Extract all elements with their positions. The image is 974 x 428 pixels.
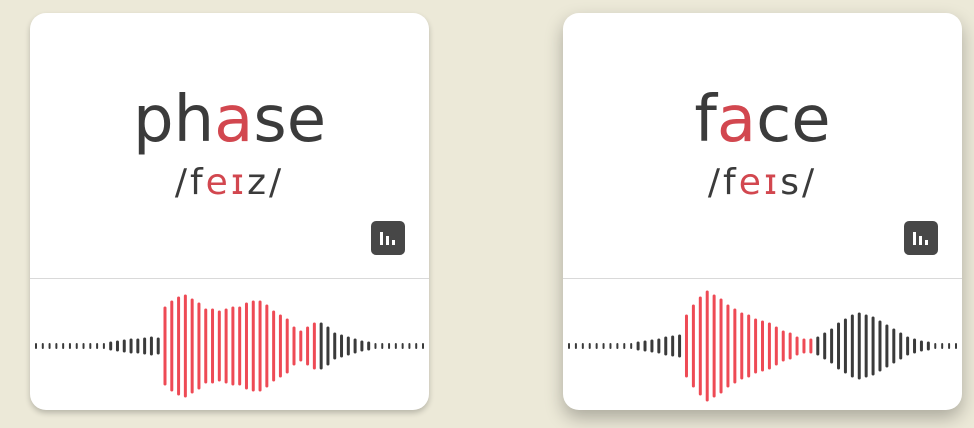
word-highlight: a [716,83,757,157]
audio-waveform[interactable] [563,279,962,410]
audio-waveform[interactable] [30,279,429,410]
ipa-highlight: eɪ [738,162,781,203]
stats-button[interactable] [371,221,405,255]
word-text: face [694,83,831,157]
ipa-transcription: /feɪz/ [174,162,285,203]
ipa-highlight: eɪ [205,162,248,203]
stats-button[interactable] [904,221,938,255]
bar-chart-icon [380,232,395,245]
word-highlight: a [214,83,254,157]
bar-chart-icon [913,232,928,245]
word-card-phase[interactable]: phase /feɪz/ [30,13,429,410]
ipa-transcription: /feɪs/ [707,162,818,203]
word-text: phase [132,83,327,157]
word-card-face[interactable]: face /feɪs/ [563,13,962,410]
